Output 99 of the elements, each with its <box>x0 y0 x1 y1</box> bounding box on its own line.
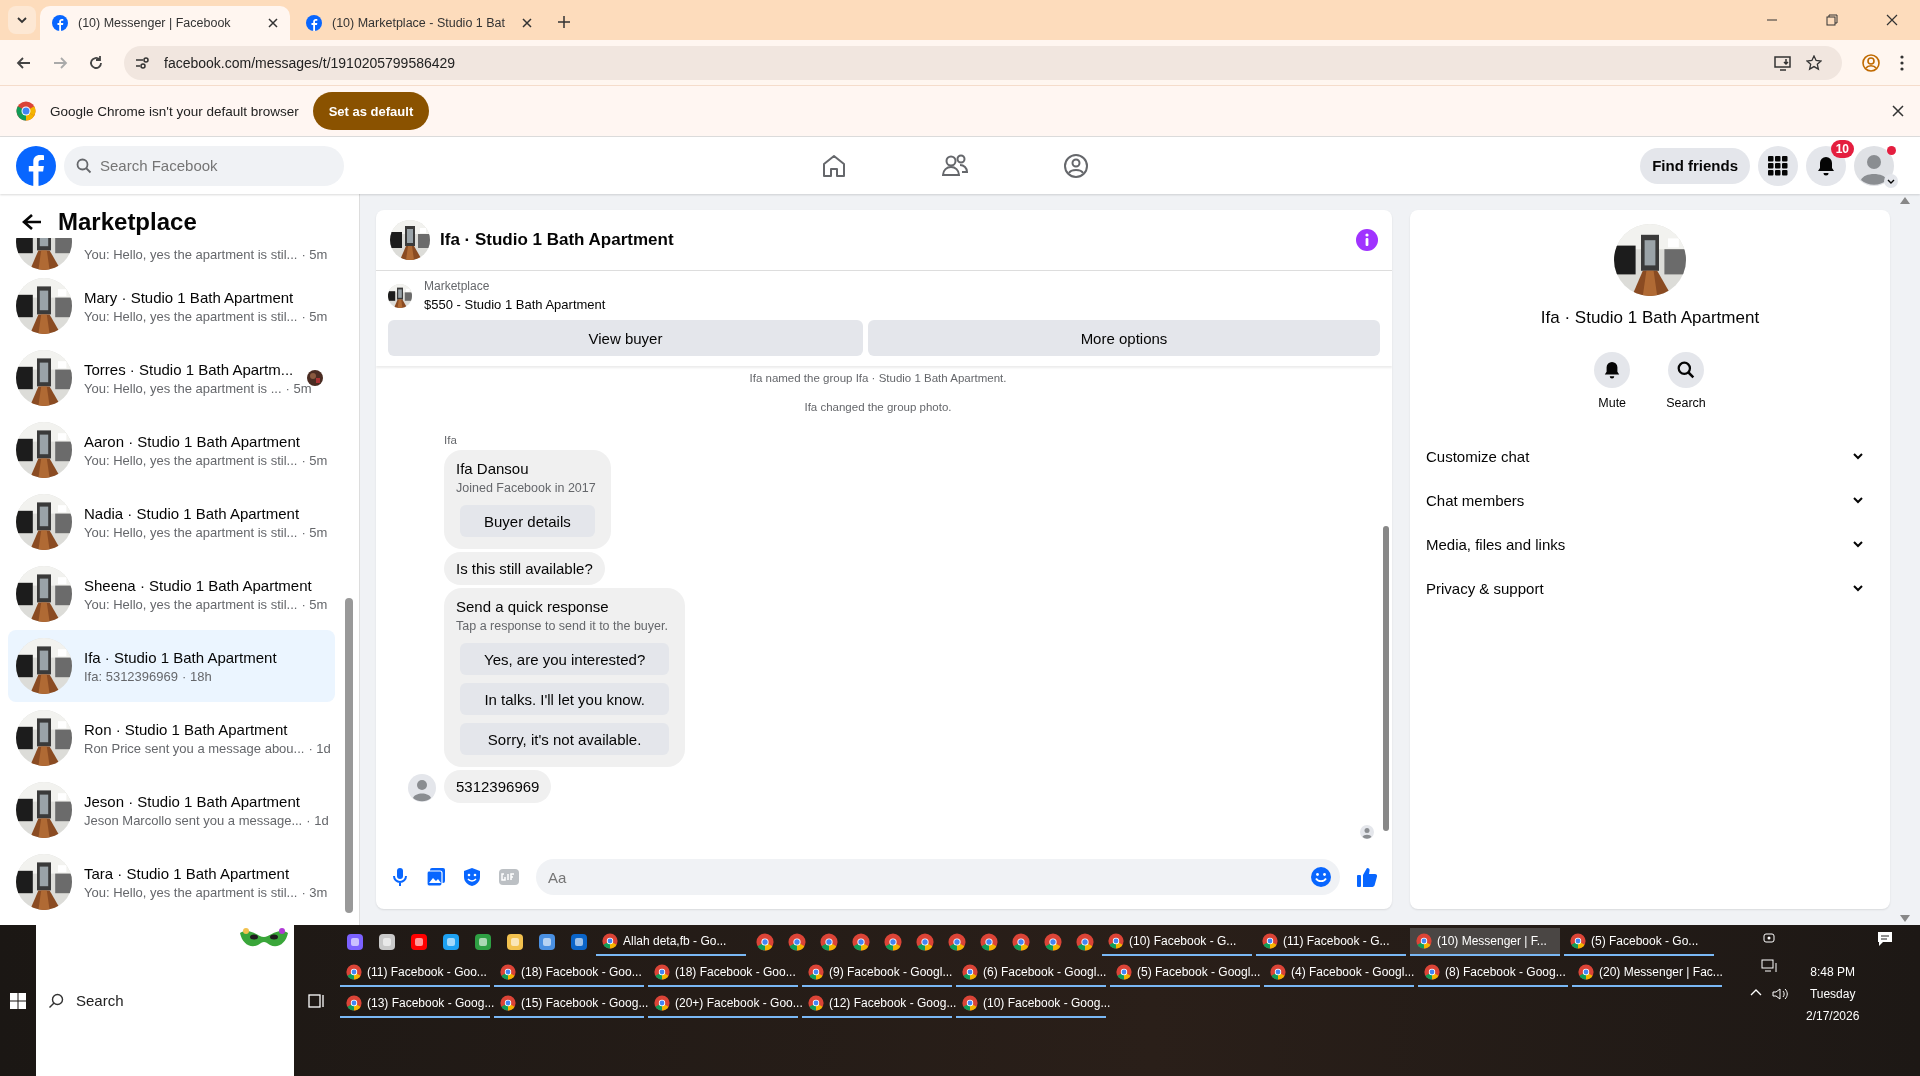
browser-tab[interactable]: (10) Messenger | Facebook <box>40 6 290 40</box>
message-preview: You: Hello, yes the apartment is ... <box>84 380 282 396</box>
find-friends-button[interactable]: Find friends <box>1640 147 1750 184</box>
quick-response-title: Send a quick response <box>456 598 610 615</box>
system-notice: Ifa changed the group photo. <box>804 401 952 413</box>
conversation-item[interactable]: Ron · Studio 1 Bath Apartment Ron Price sent you a message abou... · 1d <box>8 702 335 774</box>
buyer-details-button[interactable]: Buyer details <box>460 505 595 537</box>
taskbar-window-button[interactable]: (8) Facebook - Goog... <box>1418 959 1568 987</box>
conversation-item[interactable]: Nadia · Studio 1 Bath Apartment You: Hello, yes the apartment is stil... · 5m <box>8 486 335 558</box>
buyer-name: Ifa Dansou <box>456 460 530 477</box>
message-preview: You: Hello, yes the apartment is stil... <box>84 452 298 468</box>
message-preview: You: Hello, yes the apartment is stil... <box>84 308 298 324</box>
quick-response-button[interactable]: Sorry, it's not available. <box>460 723 670 755</box>
section-label: Media, files and links <box>1426 535 1566 553</box>
listing-action-button[interactable]: View buyer <box>388 320 863 356</box>
message-preview: Ron Price sent you a message abou... <box>84 740 305 756</box>
taskbar-window-button[interactable]: (18) Facebook - Goo... <box>494 959 644 987</box>
address-bar[interactable]: facebook.com/messages/t/1910205799586429 <box>124 45 1842 80</box>
message-input[interactable]: Aa <box>536 859 1340 895</box>
conversation-item[interactable]: Ifa · Studio 1 Bath Apartment Ifa: 5312396969 · 18h <box>8 630 335 702</box>
quick-response-hint: Tap a response to send it to the buyer. <box>456 619 669 633</box>
message-time: · 5m <box>301 524 328 540</box>
listing-action-button[interactable]: More options <box>868 320 1380 356</box>
clock-date: 2/17/2026 <box>1806 1009 1860 1023</box>
message-preview: You: Hello, yes the apartment is stil... <box>84 524 298 540</box>
details-section[interactable]: Chat members <box>1426 478 1874 522</box>
tab-title: (10) Messenger | Facebook <box>78 16 232 30</box>
search-field[interactable]: Search Facebook <box>64 145 344 186</box>
taskbar-window-button[interactable]: Allah deta,fb - Go... <box>596 928 746 956</box>
section-label: Customize chat <box>1426 447 1530 465</box>
conversation-name: Jeson · Studio 1 Bath Apartment <box>84 792 301 810</box>
tab-title: (10) Marketplace - Studio 1 Bat <box>332 16 506 30</box>
conversation-item[interactable]: Mary · Studio 1 Bath Apartment You: Hello, yes the apartment is stil... · 5m <box>8 270 335 342</box>
details-section[interactable]: Privacy & support <box>1426 566 1874 610</box>
taskbar-window-button[interactable]: (9) Facebook - Googl... <box>802 959 952 987</box>
sidebar-title: Marketplace <box>58 208 197 236</box>
message-time: · 5m <box>285 380 312 396</box>
taskbar-window-button[interactable]: (18) Facebook - Goo... <box>648 959 798 987</box>
conversation-name: Torres · Studio 1 Bath Apartm... <box>84 360 295 378</box>
message-time: · 5m <box>301 247 328 262</box>
taskbar-window-button[interactable]: (10) Facebook - G... <box>1102 928 1252 956</box>
conversation-name: Mary · Studio 1 Bath Apartment <box>84 288 295 306</box>
listing-source: Marketplace <box>424 279 491 293</box>
message-bubble: 5312396969 <box>444 770 552 803</box>
details-section[interactable]: Media, files and links <box>1426 522 1874 566</box>
conversation-item[interactable]: You: Hello, yes the apartment is stil... · 5m <box>8 238 335 270</box>
conversation-name: Nadia · Studio 1 Bath Apartment <box>84 504 301 522</box>
details-section[interactable]: Customize chat <box>1426 434 1874 478</box>
conversation-item[interactable]: Sheena · Studio 1 Bath Apartment You: Hello, yes the apartment is stil... · 5m <box>8 558 335 630</box>
buyer-joined-text: Joined Facebook in 2017 <box>456 481 597 495</box>
conversation-name: Aaron · Studio 1 Bath Apartment <box>84 432 301 450</box>
section-label: Chat members <box>1426 491 1525 509</box>
conversation-item[interactable]: Jeson · Studio 1 Bath Apartment Jeson Marcollo sent you a message... · 1d <box>8 774 335 846</box>
quick-response-button[interactable]: Yes, are you interested? <box>460 643 670 675</box>
conversation-item[interactable]: Torres · Studio 1 Bath Apartm... You: Hello, yes the apartment is ... · 5m <box>8 342 335 414</box>
taskbar-window-button[interactable]: (6) Facebook - Googl... <box>956 959 1106 987</box>
listing-title: $550 - Studio 1 Bath Apartment <box>424 297 606 312</box>
taskbar-window-button[interactable]: (20) Messenger | Fac... <box>1572 959 1722 987</box>
taskbar-window-button[interactable]: (10) Messenger | F... <box>1410 928 1560 956</box>
clock-time: 8:48 PM <box>1810 965 1856 979</box>
message-time: · 3m <box>301 884 328 900</box>
message-time: · 1d <box>306 812 329 828</box>
browser-tab[interactable]: (10) Marketplace - Studio 1 Bat <box>294 6 544 40</box>
action-label: Mute <box>1598 396 1627 410</box>
message-time: · 18h <box>182 668 212 684</box>
set-as-default-button[interactable]: Set as default <box>312 92 430 130</box>
system-notice: Ifa named the group Ifa · Studio 1 Bath Apartment. <box>749 372 1007 384</box>
message-time: · 1d <box>308 740 331 756</box>
quick-response-button[interactable]: In talks. I'll let you know. <box>460 683 670 715</box>
message-preview: You: Hello, yes the apartment is stil... <box>84 884 298 900</box>
url-text: facebook.com/messages/t/1910205799586429 <box>164 54 456 71</box>
message-preview: You: Hello, yes the apartment is stil... <box>84 247 298 262</box>
taskbar-window-button[interactable]: (11) Facebook - G... <box>1256 928 1406 956</box>
conversation-name: Tara · Studio 1 Bath Apartment <box>84 864 291 882</box>
taskbar-window-button[interactable]: (4) Facebook - Googl... <box>1264 959 1414 987</box>
message-preview: Ifa: 5312396969 <box>84 668 178 684</box>
clock-day: Tuesday <box>1809 987 1856 1001</box>
taskbar-window-button[interactable]: (5) Facebook - Googl... <box>1110 959 1260 987</box>
conversation-item[interactable]: Tara · Studio 1 Bath Apartment You: Hello, yes the apartment is stil... · 3m <box>8 846 335 918</box>
conversation-name: Sheena · Studio 1 Bath Apartment <box>84 576 313 594</box>
chat-name: Ifa · Studio 1 Bath Apartment <box>1540 308 1760 328</box>
message-time: · 5m <box>301 452 328 468</box>
taskbar-search-field[interactable]: Search <box>36 925 294 1076</box>
message-time: · 5m <box>301 308 328 324</box>
section-label: Privacy & support <box>1426 579 1544 597</box>
message-preview: Jeson Marcollo sent you a message... <box>84 812 303 828</box>
default-browser-message: Google Chrome isn't your default browser <box>50 103 299 119</box>
message-preview: You: Hello, yes the apartment is stil... <box>84 596 298 612</box>
taskbar-window-button[interactable]: (11) Facebook - Goo... <box>340 959 490 987</box>
message-bubble: Is this still available? <box>444 552 605 585</box>
message-time: · 5m <box>301 596 328 612</box>
action-label: Search <box>1666 396 1706 410</box>
notification-badge: 10 <box>1830 139 1854 158</box>
conversation-item[interactable]: Aaron · Studio 1 Bath Apartment You: Hello, yes the apartment is stil... · 5m <box>8 414 335 486</box>
taskbar-window-button[interactable]: (5) Facebook - Go... <box>1564 928 1714 956</box>
conversation-name: Ron · Studio 1 Bath Apartment <box>84 720 289 738</box>
conversation-name: Ifa · Studio 1 Bath Apartment <box>84 648 278 666</box>
chat-title: Ifa · Studio 1 Bath Apartment <box>440 230 674 250</box>
sender-name: Ifa <box>444 434 457 446</box>
